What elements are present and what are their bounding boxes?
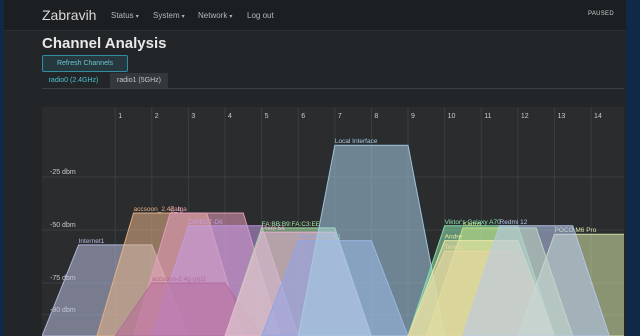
x-tick-label: 1	[118, 113, 122, 120]
nav-logout[interactable]: Log out	[247, 11, 274, 20]
x-tick-label: 12	[521, 113, 529, 120]
y-tick-label: -25 dbm	[50, 169, 76, 176]
nav-status[interactable]: Status ▾	[111, 11, 139, 20]
network-label: Internet1	[79, 238, 105, 245]
x-tick-label: 14	[594, 113, 602, 120]
nav-network[interactable]: Network ▾	[198, 11, 232, 20]
network-label: Local Interface	[335, 138, 378, 145]
brand-logo[interactable]: Zabravih	[42, 7, 96, 23]
refresh-status-indicator[interactable]: PAUSED	[588, 11, 614, 17]
network-label: Pixel 5a	[262, 225, 286, 232]
channel-chart-svg: 1 2 3 4 5 6 7 8 9 10 11 12 13 14-25 dbm-50 dbm-75 dbm…	[42, 107, 624, 336]
tab-radio0[interactable]: radio0 (2.4GHz)	[42, 73, 105, 88]
caret-down-icon: ▾	[135, 14, 139, 20]
x-tick-label: 3	[191, 113, 195, 120]
caret-down-icon: ▾	[181, 14, 185, 20]
radio-tabs: radio0 (2.4GHz) radio1 (5GHz)	[42, 73, 624, 89]
x-tick-label: 4	[228, 113, 232, 120]
network-label: DIRECT-D8	[188, 219, 223, 226]
y-tick-label: -50 dbm	[50, 222, 76, 229]
refresh-channels-button[interactable]: Refresh Channels	[42, 55, 128, 72]
tab-radio1[interactable]: radio1 (5GHz)	[110, 73, 168, 88]
network-label: Redmi 12	[500, 219, 528, 226]
x-tick-label: 10	[448, 113, 456, 120]
x-tick-label: 9	[411, 113, 415, 120]
caret-down-icon: ▾	[229, 14, 233, 20]
nav-system[interactable]: System ▾	[153, 11, 185, 20]
app-window: Zabravih Status ▾ System ▾ Network ▾ Log ou…	[4, 0, 626, 336]
navbar: Zabravih Status ▾ System ▾ Network ▾ Log ou…	[4, 0, 626, 31]
x-tick-label: 6	[301, 113, 305, 120]
channel-chart: 1 2 3 4 5 6 7 8 9 10 11 12 13 14 -25 dbm -50 dbm -75 dbm…	[42, 107, 624, 336]
x-tick-label: 7	[338, 113, 342, 120]
network-label: Tenda	[445, 244, 463, 251]
x-tick-label: 13	[557, 113, 565, 120]
network-label: Zatga	[170, 206, 187, 213]
x-tick-label: 2	[155, 113, 159, 120]
network-label: Kadus	[463, 221, 482, 228]
x-tick-label: 8	[374, 113, 378, 120]
network-label: Andre	[445, 234, 463, 241]
network-label: accsoon-2.4g-grp1	[152, 276, 207, 283]
x-tick-label: 5	[265, 113, 269, 120]
x-tick-label: 11	[484, 113, 491, 120]
page-title: Channel Analysis	[42, 35, 167, 52]
